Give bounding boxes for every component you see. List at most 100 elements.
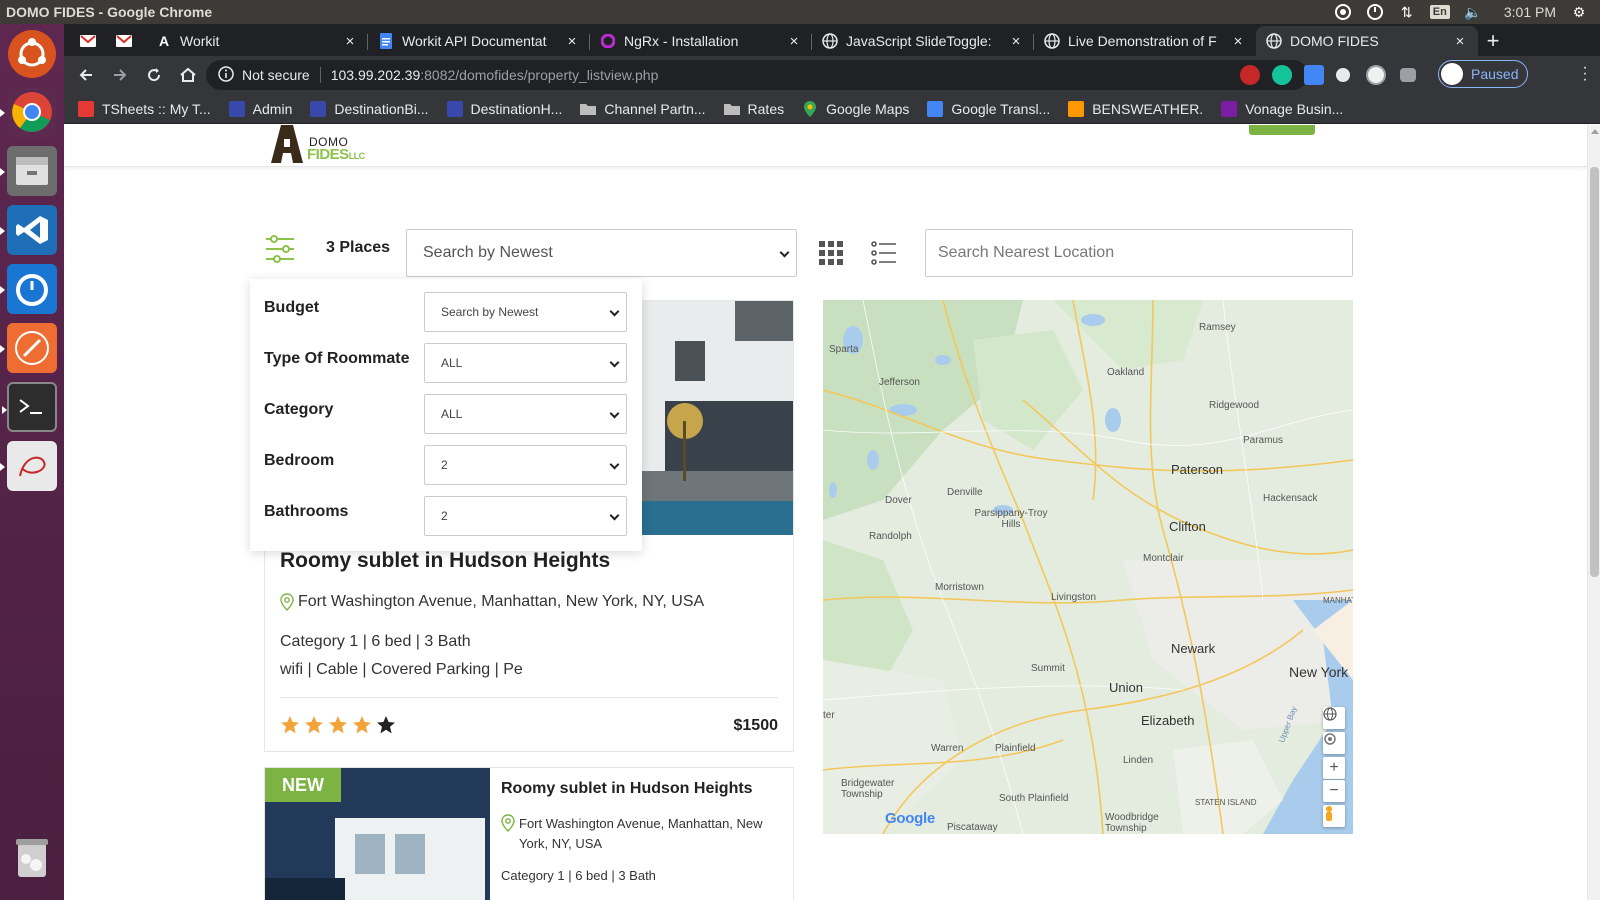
star-filled-icon (329, 716, 347, 734)
vscode-icon[interactable] (0, 205, 57, 255)
globe-icon[interactable] (1323, 707, 1345, 729)
extension-circle-icon[interactable] (1336, 68, 1350, 82)
scrollbar-thumb[interactable] (1590, 167, 1599, 577)
chevron-down-icon (609, 357, 620, 368)
map-label: Montclair (1143, 553, 1184, 564)
bookmark-item[interactable]: Channel Partn... (580, 100, 706, 117)
bookmark-item[interactable]: Vonage Busin... (1221, 100, 1343, 117)
tab-gmail-2[interactable] (110, 26, 146, 56)
close-tab-icon[interactable]: × (1452, 33, 1468, 50)
filter-label: Bathrooms (264, 503, 349, 520)
bedroom-select[interactable]: 2 (424, 445, 627, 485)
translate-icon (927, 100, 944, 117)
map-label: Ridgewood (1209, 400, 1260, 411)
street-view-pegman-icon[interactable] (1323, 805, 1345, 827)
listing-title[interactable]: Roomy sublet in Hudson Heights (501, 780, 753, 798)
tab-ngrx-installation[interactable]: NgRx - Installation × (590, 26, 812, 56)
trash-icon[interactable] (7, 832, 57, 882)
terminal-icon[interactable] (2, 382, 57, 432)
forward-button[interactable] (104, 59, 136, 91)
scroll-up-icon[interactable] (1591, 129, 1599, 134)
zoom-out-button[interactable]: − (1323, 780, 1345, 802)
new-tab-button[interactable]: + (1478, 26, 1508, 56)
record-icon[interactable] (1334, 3, 1352, 21)
timer-app-icon[interactable] (0, 264, 57, 314)
bookmark-item[interactable]: DestinationH... (446, 100, 562, 117)
address-bar[interactable]: Not secure 103.99.202.39:8082/domofides/… (206, 60, 1308, 90)
budget-select[interactable]: Search by Newest (424, 292, 627, 332)
my-location-icon[interactable] (1323, 732, 1345, 754)
chrome-icon[interactable] (0, 87, 57, 137)
site-logo[interactable]: DOMO FIDESLLC (269, 125, 379, 165)
gmail-icon (116, 33, 132, 49)
destination-icon (446, 100, 463, 117)
bookmark-item[interactable]: Google Transl... (927, 100, 1050, 117)
list-view-icon[interactable] (871, 240, 897, 266)
security-indicator[interactable]: Not secure (242, 67, 310, 83)
header-action-button[interactable] (1249, 125, 1315, 135)
category-select[interactable]: ALL (424, 394, 627, 434)
tab-workit-api-docs[interactable]: Workit API Documentat × (368, 26, 590, 56)
bookmark-label: Channel Partn... (604, 100, 706, 117)
ubuntu-dash-icon[interactable] (8, 30, 56, 78)
listing-title[interactable]: Roomy sublet in Hudson Heights (280, 549, 610, 573)
close-tab-icon[interactable]: × (564, 33, 580, 50)
select-value: 2 (441, 509, 448, 523)
close-tab-icon[interactable]: × (786, 33, 802, 50)
profile-avatar (1441, 63, 1463, 85)
map-label: Warren (931, 743, 964, 754)
home-button[interactable] (172, 59, 204, 91)
location-search-input[interactable] (925, 229, 1353, 277)
bookmark-item[interactable]: Admin (228, 100, 292, 117)
chrome-menu-icon[interactable]: · · · (1582, 60, 1588, 88)
page-viewport: DOMO FIDESLLC 3 Places Search by Newest (64, 125, 1600, 900)
close-tab-icon[interactable]: × (1008, 33, 1024, 50)
extension-avatar-icon[interactable] (1366, 65, 1386, 85)
google-logo: Google (885, 810, 935, 827)
extension-adblock-icon[interactable] (1240, 65, 1260, 85)
timer-icon[interactable] (1366, 3, 1384, 21)
keyboard-layout-indicator[interactable]: En (1429, 5, 1450, 19)
bookmark-item[interactable]: BENSWEATHER. (1068, 100, 1203, 117)
postman-icon[interactable] (0, 323, 57, 373)
close-tab-icon[interactable]: × (1230, 33, 1246, 50)
tab-live-demonstration[interactable]: Live Demonstration of F × (1034, 26, 1256, 56)
tab-domo-fides[interactable]: DOMO FIDES × (1256, 26, 1478, 56)
listing-photo[interactable]: NEW (265, 768, 490, 900)
map-label: MANHAT (1323, 596, 1353, 605)
filter-label: Category (264, 401, 334, 418)
sort-select[interactable]: Search by Newest (406, 229, 797, 277)
back-button[interactable] (70, 59, 102, 91)
filter-sliders-icon[interactable] (264, 233, 296, 265)
map[interactable]: Sparta Jefferson Ramsey Oakland Ridgewoo… (823, 300, 1353, 834)
grid-view-icon[interactable] (818, 240, 844, 266)
tab-workit[interactable]: A Workit × (146, 26, 368, 56)
destination-icon (310, 100, 327, 117)
roommate-type-select[interactable]: ALL (424, 343, 627, 383)
settings-gear-icon[interactable]: ⚙ (1570, 3, 1588, 21)
pdf-viewer-icon[interactable] (0, 441, 57, 491)
bookmark-item[interactable]: TSheets :: My T... (78, 100, 211, 117)
tab-javascript-slidetoggle[interactable]: JavaScript SlideToggle: × (812, 26, 1034, 56)
close-tab-icon[interactable]: × (342, 33, 358, 50)
bookmark-item[interactable]: Google Maps (802, 100, 909, 117)
extension-translate-icon[interactable] (1304, 65, 1324, 85)
extension-camera-icon[interactable] (1400, 68, 1416, 82)
reload-button[interactable] (138, 59, 170, 91)
places-count: 3 Places (326, 239, 391, 256)
files-icon[interactable] (0, 146, 57, 196)
volume-muted-icon[interactable]: 🔈 (1464, 3, 1482, 21)
clock[interactable]: 3:01 PM (1504, 4, 1556, 20)
bathrooms-select[interactable]: 2 (424, 496, 627, 536)
extension-grammarly-icon[interactable] (1272, 65, 1292, 85)
profile-button[interactable]: Paused (1438, 60, 1528, 88)
network-icon[interactable]: ⇅ (1398, 3, 1416, 21)
bookmark-item[interactable]: Rates (723, 101, 784, 117)
info-icon[interactable] (218, 65, 234, 85)
tab-gmail-1[interactable] (74, 26, 110, 56)
page-scrollbar[interactable] (1587, 125, 1600, 900)
zoom-in-button[interactable]: + (1323, 757, 1345, 779)
bookmark-item[interactable]: DestinationBi... (310, 100, 429, 117)
filter-panel: Budget Search by Newest Type Of Roommate… (250, 279, 642, 551)
listing-card[interactable]: NEW Roomy sublet in Hudson Heights Fort … (264, 767, 794, 900)
